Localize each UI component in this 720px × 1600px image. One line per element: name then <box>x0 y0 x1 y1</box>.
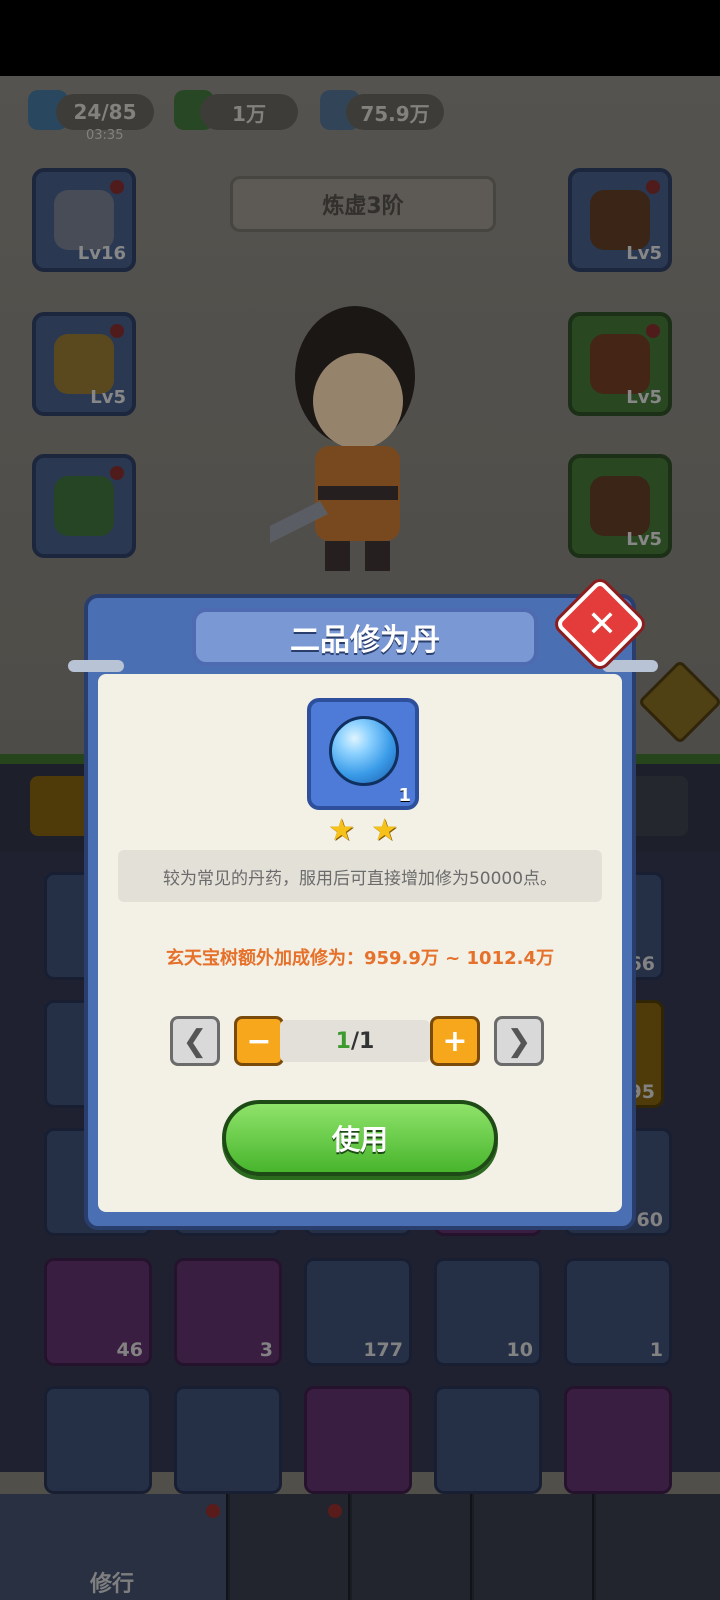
chevron-right-icon: ❯ <box>506 1023 532 1059</box>
quantity-display: 1/1 <box>280 1020 430 1062</box>
plus-button[interactable]: + <box>430 1016 480 1066</box>
minus-icon: − <box>246 1023 272 1059</box>
dialog-body: 1 ★ ★ 较为常见的丹药，服用后可直接增加修为50000点。 玄天宝树额外加成… <box>98 674 622 1212</box>
star-icon: ★ <box>328 813 355 848</box>
plus-icon: + <box>442 1023 468 1059</box>
minus-button[interactable]: − <box>234 1016 284 1066</box>
screen: 24/85 03:35 1万 75.9万 炼虚3阶 Lv16 Lv5 Lv5 L… <box>0 0 720 1600</box>
scroll-decoration <box>602 660 658 672</box>
dialog-title: 二品修为丹 <box>192 608 538 666</box>
quantity-stepper: ❮ − 1/1 + ❯ <box>170 1016 546 1068</box>
orb-icon <box>329 716 399 786</box>
rarity-stars: ★ ★ <box>328 816 398 848</box>
status-bar <box>0 0 720 76</box>
bonus-text: 玄天宝树额外加成修为：959.9万 ~ 1012.4万 <box>165 948 554 969</box>
next-button[interactable]: ❯ <box>494 1016 544 1066</box>
quantity-current: 1 <box>335 1028 351 1054</box>
quantity-total: /1 <box>350 1028 375 1054</box>
game-view: 24/85 03:35 1万 75.9万 炼虚3阶 Lv16 Lv5 Lv5 L… <box>0 76 720 1600</box>
chevron-left-icon: ❮ <box>182 1023 208 1059</box>
use-button[interactable]: 使用 <box>222 1100 498 1176</box>
scroll-decoration <box>68 660 124 672</box>
star-icon: ★ <box>371 813 398 848</box>
item-dialog: 二品修为丹 ✕ 1 ★ ★ 较为常见的丹药，服用后可直接增加修为50000点。 … <box>68 578 658 1230</box>
close-icon[interactable]: ✕ <box>584 604 620 645</box>
item-count: 1 <box>398 785 411 806</box>
pill-item-icon: 1 <box>307 698 419 810</box>
item-description: 较为常见的丹药，服用后可直接增加修为50000点。 <box>118 850 602 902</box>
prev-button[interactable]: ❮ <box>170 1016 220 1066</box>
